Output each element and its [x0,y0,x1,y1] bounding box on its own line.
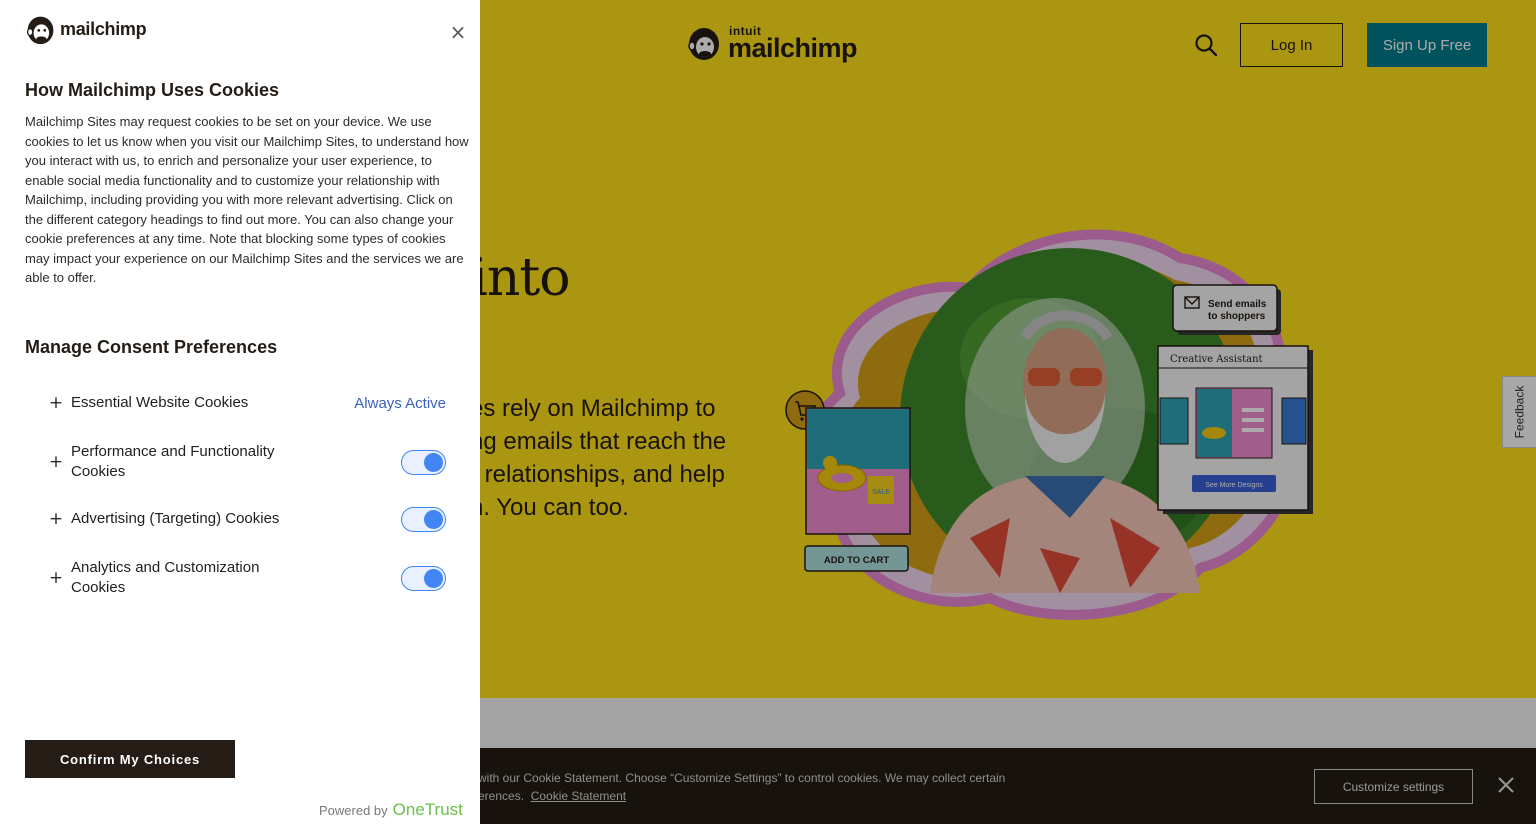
category-performance[interactable]: + Performance and Functionality Cookies [48,442,448,482]
cookie-preference-panel: mailchimp × How Mailchimp Uses Cookies M… [0,0,480,824]
panel-close-button[interactable]: × [447,21,469,43]
panel-logo-wordmark: mailchimp [60,19,147,39]
category-analytics[interactable]: + Analytics and Customization Cookies [48,558,448,598]
toggle-knob [424,452,443,472]
analytics-toggle[interactable] [401,565,446,591]
performance-toggle[interactable] [401,449,446,475]
category-label: Performance and Functionality Cookies [71,443,275,480]
panel-logo: mailchimp [25,13,147,46]
expand-plus-icon[interactable]: + [48,568,64,588]
toggle-knob [424,509,443,529]
expand-plus-icon[interactable]: + [48,452,64,472]
confirm-my-choices-button[interactable]: Confirm My Choices [25,740,235,778]
advertising-toggle[interactable] [401,506,446,532]
category-label: Advertising (Targeting) Cookies [71,510,280,527]
category-essential[interactable]: + Essential Website Cookies Always Activ… [48,393,448,413]
freddie-logo-icon [26,16,54,45]
consent-title: Manage Consent Preferences [25,337,278,357]
category-label: Essential Website Cookies [71,394,249,411]
expand-plus-icon[interactable]: + [48,509,64,529]
category-advertising[interactable]: + Advertising (Targeting) Cookies [48,506,448,532]
panel-title: How Mailchimp Uses Cookies [25,80,280,100]
always-active-label: Always Active [354,394,446,412]
close-icon: × [449,20,467,44]
powered-by: Powered by OneTrust [319,800,463,820]
expand-plus-icon[interactable]: + [48,393,64,413]
toggle-knob [424,568,443,588]
panel-description: Mailchimp Sites may request cookies to b… [25,114,469,285]
category-label: Analytics and Customization Cookies [71,559,260,596]
powered-by-label: Powered by [319,802,388,818]
onetrust-logo[interactable]: OneTrust [393,800,463,820]
